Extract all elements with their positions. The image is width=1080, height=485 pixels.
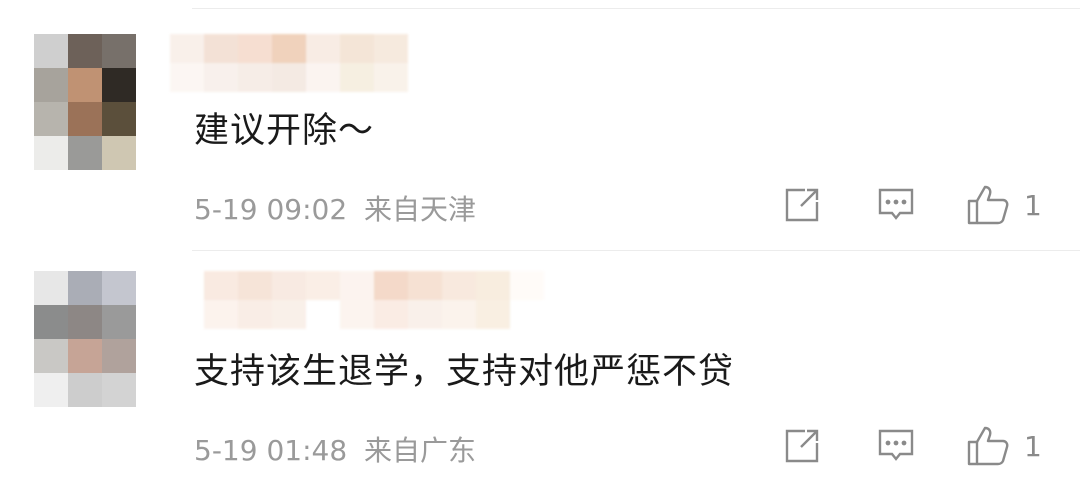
avatar[interactable]: [34, 271, 136, 407]
comment-button[interactable]: [877, 186, 915, 224]
like-count: 1: [1024, 188, 1042, 222]
comment-date: 5-19 01:48: [194, 434, 348, 467]
comment-meta: 5-19 09:02 来自天津: [194, 188, 476, 228]
comment-location: 来自天津: [364, 193, 477, 226]
username-blurred[interactable]: [170, 271, 544, 329]
like-button[interactable]: 1: [966, 184, 1042, 226]
divider-top: [192, 8, 1080, 9]
thumbs-up-icon: [966, 425, 1010, 467]
share-button[interactable]: [783, 427, 821, 465]
comment-button[interactable]: [877, 427, 915, 465]
comment-text: 建议开除～: [194, 111, 375, 151]
username-blurred[interactable]: [170, 34, 408, 92]
comment-icon: [877, 427, 915, 465]
comment-date: 5-19 09:02: [194, 193, 348, 226]
thumbs-up-icon: [966, 184, 1010, 226]
like-button[interactable]: 1: [966, 425, 1042, 467]
comment-meta: 5-19 01:48 来自广东: [194, 429, 476, 469]
comment-icon: [877, 186, 915, 224]
share-icon: [783, 186, 821, 224]
like-count: 1: [1024, 429, 1042, 463]
share-button[interactable]: [783, 186, 821, 224]
divider-middle: [192, 250, 1080, 251]
avatar[interactable]: [34, 34, 136, 170]
share-icon: [783, 427, 821, 465]
comment-text: 支持该生退学，支持对他严惩不贷: [194, 352, 735, 392]
comment-location: 来自广东: [364, 434, 477, 467]
